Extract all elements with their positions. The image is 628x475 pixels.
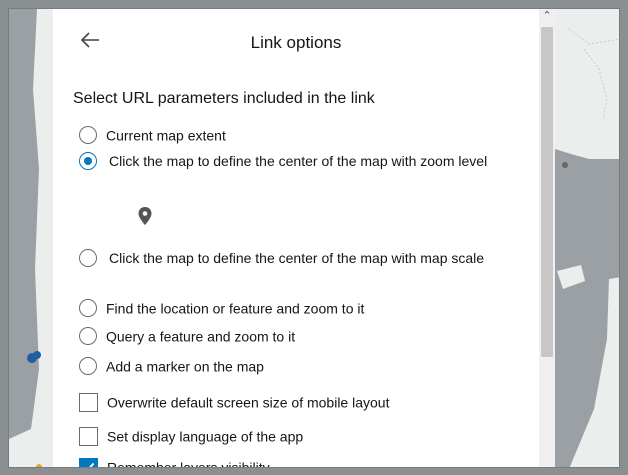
option-label: Current map extent [106,127,226,144]
option-label: Query a feature and zoom to it [106,328,296,345]
radio-button[interactable] [79,357,97,376]
checkbox-checked[interactable] [79,457,98,467]
radio-button[interactable] [79,299,97,318]
radio-find-location[interactable]: Find the location or feature and zoom to… [79,297,364,318]
radio-current-map-extent[interactable]: Current map extent [79,124,226,145]
radio-add-marker[interactable]: Add a marker on the map [79,355,264,376]
app-frame: Link options Select URL parameters inclu… [8,8,620,468]
radio-button[interactable] [79,327,97,346]
checkbox-row-layers-visibility[interactable]: Remember layers visibility [79,456,270,468]
radio-button[interactable] [79,126,97,145]
map-land-right [555,9,619,159]
option-label-center-zoom: Click the map to define the center of th… [109,153,488,169]
scrollbar-thumb[interactable] [541,27,553,357]
option-label: Remember layers visibility [107,459,270,468]
link-options-panel: Link options Select URL parameters inclu… [53,9,539,468]
map-marker-dot [562,162,568,168]
section-label: Select URL parameters included in the li… [73,90,375,107]
panel-scrollbar[interactable]: ⌃ [539,9,555,467]
option-label: Overwrite default screen size of mobile … [107,394,390,411]
option-label: Find the location or feature and zoom to… [106,300,365,317]
map-pin-icon[interactable] [138,207,152,225]
option-label-center-scale: Click the map to define the center of th… [109,250,485,266]
option-label: Add a marker on the map [106,358,264,375]
checkmark-icon [83,462,95,467]
chevron-up-icon[interactable]: ⌃ [540,9,554,23]
checkbox-row-mobile-layout[interactable]: Overwrite default screen size of mobile … [79,391,389,412]
panel-header: Link options [53,9,539,79]
option-label: Set display language of the app [107,428,304,445]
checkbox[interactable] [79,426,98,446]
checkbox[interactable] [79,392,98,412]
panel-title: Link options [250,33,342,52]
checkbox-row-display-language[interactable]: Set display language of the app [79,425,303,446]
radio-query-feature[interactable]: Query a feature and zoom to it [79,325,295,346]
